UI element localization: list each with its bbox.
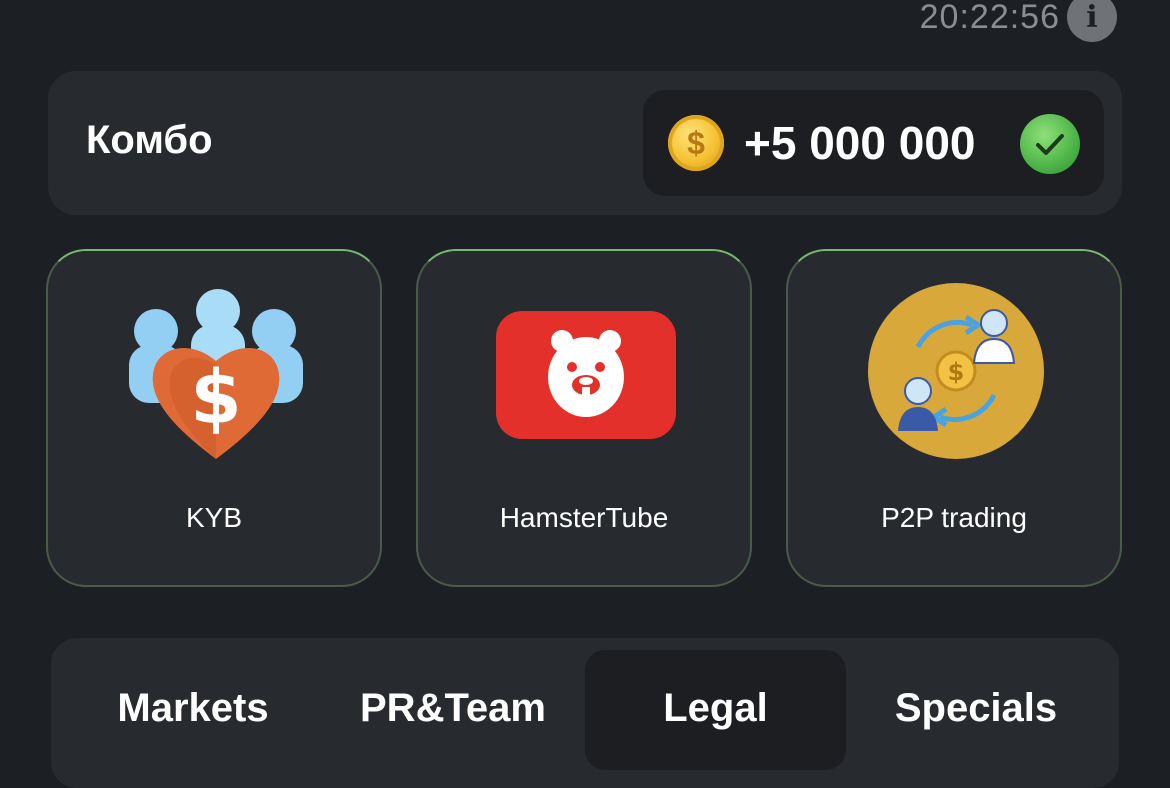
info-icon[interactable]: i <box>1067 0 1117 42</box>
p2p-exchange-icon: $ <box>868 283 1044 459</box>
combo-card-p2p-trading[interactable]: $ P2P trading <box>786 249 1122 587</box>
tab-legal[interactable]: Legal <box>585 650 846 770</box>
tab-pr-team[interactable]: PR&Team <box>324 650 582 770</box>
card-label: P2P trading <box>881 502 1027 533</box>
tab-specials[interactable]: Specials <box>846 650 1106 770</box>
combo-reward-amount: +5 000 000 <box>744 117 976 169</box>
hamster-video-icon <box>496 311 676 439</box>
tab-markets[interactable]: Markets <box>64 650 322 770</box>
check-icon <box>1020 114 1080 174</box>
combo-card-kyb[interactable]: $ KYB <box>46 249 382 587</box>
svg-text:$: $ <box>190 355 242 441</box>
combo-card-hamstertube[interactable]: HamsterTube <box>416 249 752 587</box>
people-heart-dollar-icon: $ <box>129 289 303 459</box>
coin-icon: $ <box>668 115 724 171</box>
svg-text:$: $ <box>948 358 965 386</box>
card-label: KYB <box>185 502 243 533</box>
card-label: HamsterTube <box>499 502 669 533</box>
combo-title: Комбо <box>86 118 213 162</box>
timer: 20:22:56 <box>919 0 1060 36</box>
